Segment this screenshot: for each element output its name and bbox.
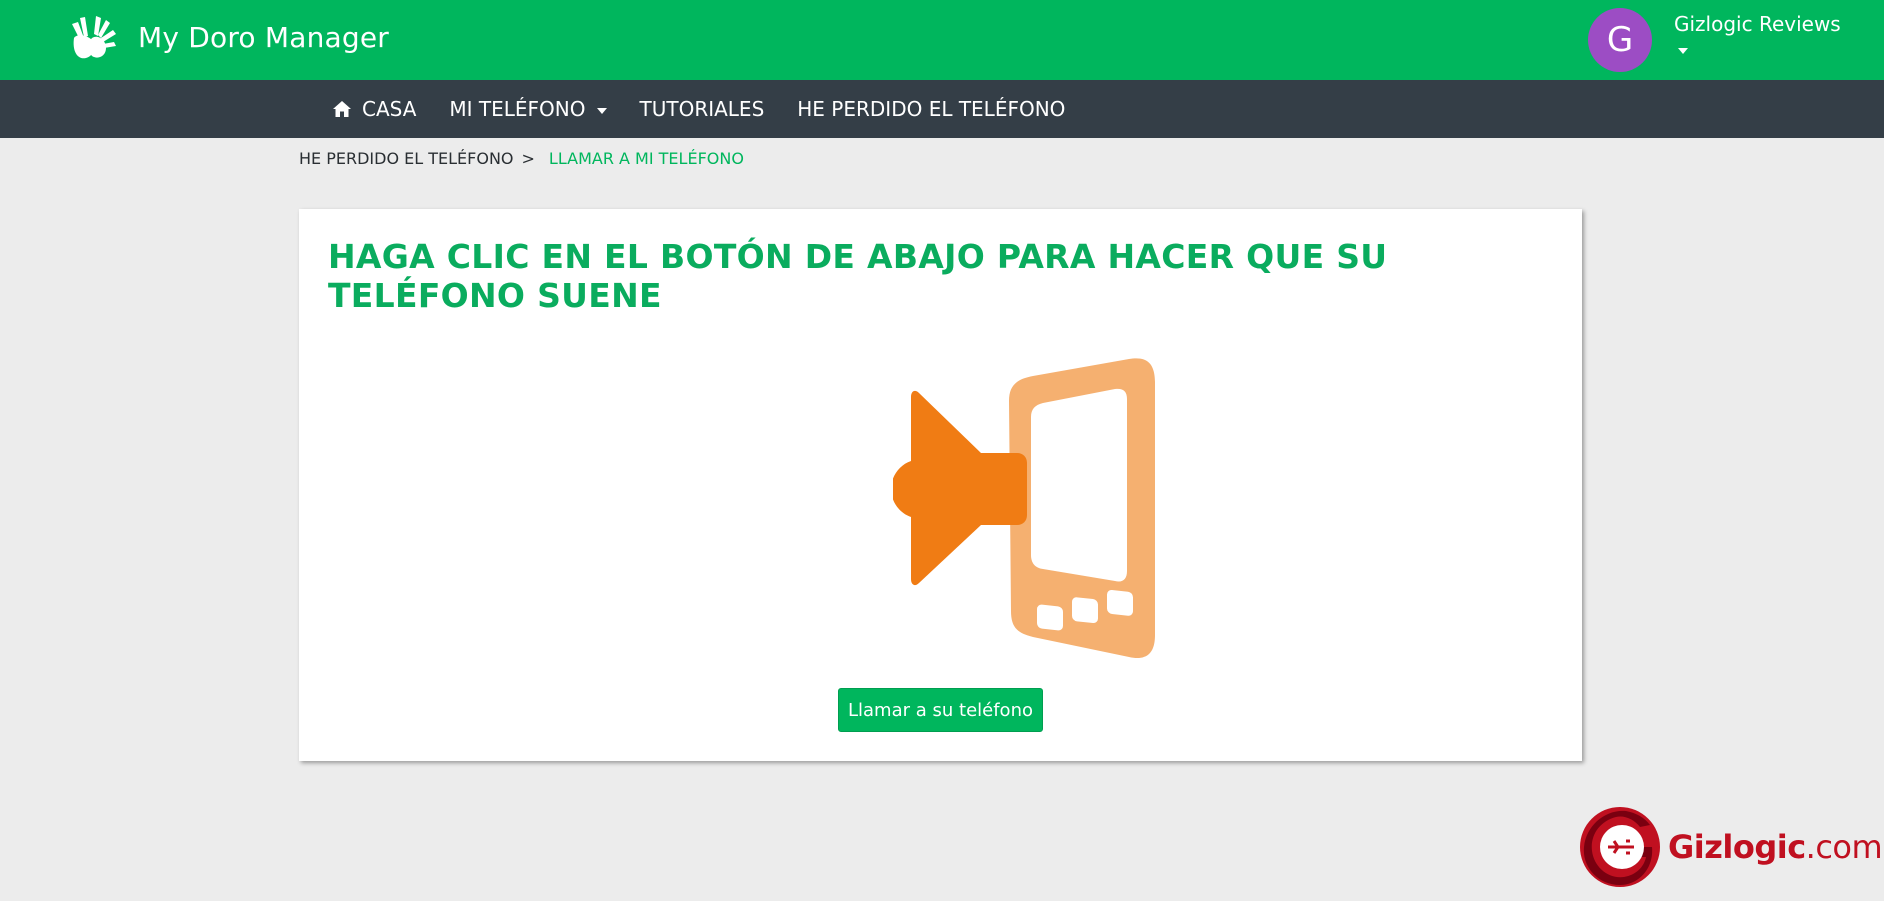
nav-item-casa[interactable]: CASA [332, 97, 416, 121]
nav-item-tutoriales[interactable]: TUTORIALES [640, 97, 765, 121]
breadcrumb: HE PERDIDO EL TELÉFONO > LLAMAR A MI TEL… [299, 149, 744, 168]
watermark-tld: com [1815, 828, 1883, 866]
home-icon [333, 101, 351, 117]
breadcrumb-current: LLAMAR A MI TELÉFONO [548, 149, 744, 168]
user-menu[interactable]: G Gizlogic Reviews [1588, 8, 1841, 72]
call-phone-button[interactable]: Llamar a su teléfono [838, 688, 1043, 732]
nav-item-label: MI TELÉFONO [449, 97, 586, 121]
user-name: Gizlogic Reviews [1674, 12, 1841, 36]
breadcrumb-separator: > [521, 149, 535, 168]
nav-item-he-perdido[interactable]: HE PERDIDO EL TELÉFONO [797, 97, 1065, 121]
hands-logo-icon [72, 16, 116, 59]
ring-phone-card: HAGA CLIC EN EL BOTÓN DE ABAJO PARA HACE… [299, 209, 1582, 761]
nav-item-label: TUTORIALES [639, 97, 765, 121]
top-header: My Doro Manager G Gizlogic Reviews [0, 0, 1884, 80]
page-title: HAGA CLIC EN EL BOTÓN DE ABAJO PARA HACE… [328, 237, 1388, 315]
nav-items: CASA MI TELÉFONO TUTORIALES HE PERDIDO E… [332, 80, 1098, 138]
watermark-text: Gizlogic.com [1668, 828, 1883, 866]
brand-link[interactable]: My Doro Manager [66, 8, 389, 66]
watermark: Gizlogic.com [1578, 805, 1883, 889]
nav-item-label: CASA [362, 97, 417, 121]
user-menu-toggle[interactable]: Gizlogic Reviews [1674, 8, 1841, 54]
main-nav: CASA MI TELÉFONO TUTORIALES HE PERDIDO E… [0, 80, 1884, 138]
gizlogic-logo-icon [1580, 807, 1660, 887]
watermark-name: Gizlogic [1668, 828, 1806, 866]
caret-down-icon [596, 107, 607, 114]
avatar[interactable]: G [1588, 8, 1652, 72]
chevron-down-icon [1678, 48, 1688, 54]
watermark-dot: . [1805, 828, 1816, 866]
app-name: My Doro Manager [138, 20, 389, 54]
nav-item-label: HE PERDIDO EL TELÉFONO [797, 97, 1066, 121]
nav-item-mi-telefono[interactable]: MI TELÉFONO [449, 97, 607, 121]
ringing-phone-icon [893, 358, 1155, 659]
breadcrumb-parent-link[interactable]: HE PERDIDO EL TELÉFONO [299, 149, 514, 168]
